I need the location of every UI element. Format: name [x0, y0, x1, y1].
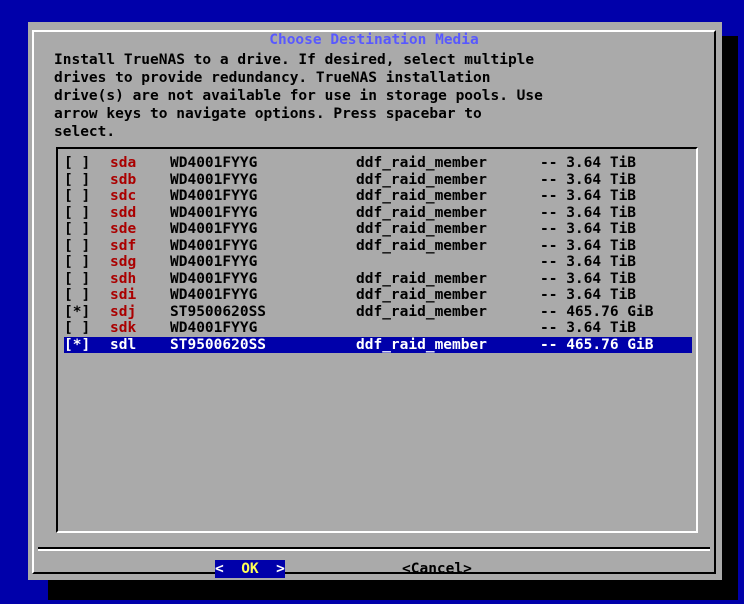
drive-row[interactable]: [ ] sdf WD4001FYYG ddf_raid_member -- 3.64 T…	[64, 238, 692, 255]
drive-size: -- 3.64 TiB	[540, 188, 637, 204]
drive-filesystem: ddf_raid_member	[356, 270, 487, 287]
drive-row[interactable]: [ ] sdd WD4001FYYG ddf_raid_member -- 3.64 T…	[64, 205, 692, 222]
drive-filesystem: ddf_raid_member	[356, 287, 487, 303]
drive-filesystem: ddf_raid_member	[356, 171, 487, 188]
drive-row[interactable]: [ ] sdh WD4001FYYG ddf_raid_member -- 3.64 T…	[64, 271, 692, 288]
drive-size: -- 3.64 TiB	[540, 155, 637, 171]
drive-model: WD4001FYYG	[170, 237, 258, 254]
drive-device: sdf	[110, 237, 137, 254]
drive-size: -- 3.64 TiB	[540, 287, 637, 303]
drive-checkbox[interactable]: [ ]	[64, 155, 90, 172]
ok-label: OK	[241, 561, 259, 577]
drive-size: -- 3.64 TiB	[540, 237, 637, 254]
dialog-frame: Choose Destination Media Install TrueNAS…	[32, 30, 716, 578]
drive-device: sdi	[110, 287, 137, 303]
drive-size: -- 3.64 TiB	[540, 270, 637, 287]
drive-model: WD4001FYYG	[170, 254, 258, 270]
dialog-title-wrap: Choose Destination Media	[34, 31, 714, 49]
drive-row[interactable]: [*] sdl ST9500620SS ddf_raid_member -- 465.7…	[64, 336, 692, 354]
drive-model: WD4001FYYG	[170, 204, 258, 221]
drive-row[interactable]: [ ] sdi WD4001FYYG ddf_raid_member -- 3.64 T…	[64, 287, 692, 304]
drive-row[interactable]: [ ] sdk WD4001FYYG -- 3.64 TiB	[64, 320, 692, 337]
drive-checkbox[interactable]: [ ]	[64, 238, 90, 255]
dialog-description: Install TrueNAS to a drive. If desired, …	[54, 52, 543, 140]
drive-filesystem: ddf_raid_member	[356, 188, 487, 204]
drive-row[interactable]: [ ] sdg WD4001FYYG -- 3.64 TiB	[64, 254, 692, 271]
drive-checkbox[interactable]: [ ]	[64, 172, 90, 189]
drive-row[interactable]: [ ] sdb WD4001FYYG ddf_raid_member -- 3.64 T…	[64, 172, 692, 189]
drive-checkbox[interactable]: [ ]	[64, 271, 90, 288]
drive-filesystem: ddf_raid_member	[356, 336, 487, 353]
drive-size: -- 465.76 GiB	[540, 336, 654, 353]
drive-row[interactable]: [ ] sda WD4001FYYG ddf_raid_member -- 3.64 T…	[64, 155, 692, 172]
drive-row[interactable]: [ ] sde WD4001FYYG ddf_raid_member -- 3.64 T…	[64, 221, 692, 238]
drive-size: -- 3.64 TiB	[540, 204, 637, 221]
drive-row[interactable]: [*] sdj ST9500620SS ddf_raid_member -- 465.7…	[64, 304, 692, 321]
drive-list-rows: [ ] sda WD4001FYYG ddf_raid_member -- 3.64 T…	[64, 155, 692, 353]
ok-right-bracket: >	[276, 561, 285, 577]
drive-filesystem: ddf_raid_member	[356, 204, 487, 221]
drive-row[interactable]: [ ] sdc WD4001FYYG ddf_raid_member -- 3.64 T…	[64, 188, 692, 205]
drive-model: WD4001FYYG	[170, 270, 258, 287]
drive-device: sdj	[110, 303, 137, 320]
dialog-title: Choose Destination Media	[267, 32, 481, 48]
drive-model: WD4001FYYG	[170, 188, 258, 204]
drive-size: -- 3.64 TiB	[540, 254, 637, 270]
drive-model: WD4001FYYG	[170, 221, 258, 237]
drive-filesystem: ddf_raid_member	[356, 221, 487, 237]
drive-device: sdk	[110, 320, 137, 336]
drive-checkbox[interactable]: [ ]	[64, 254, 90, 271]
drive-size: -- 3.64 TiB	[540, 221, 637, 237]
ok-left-bracket: <	[215, 561, 224, 577]
drive-size: -- 3.64 TiB	[540, 320, 637, 336]
drive-checkbox[interactable]: [*]	[64, 304, 90, 321]
cancel-button[interactable]: <Cancel>	[402, 560, 472, 578]
drive-model: WD4001FYYG	[170, 320, 258, 336]
ok-button[interactable]: < OK >	[215, 560, 285, 578]
drive-checkbox[interactable]: [ ]	[64, 320, 90, 337]
drive-model: WD4001FYYG	[170, 171, 258, 188]
drive-checkbox[interactable]: [ ]	[64, 221, 90, 238]
drive-model: ST9500620SS	[170, 303, 267, 320]
drive-checkbox[interactable]: [ ]	[64, 205, 90, 222]
destination-media-dialog: Choose Destination Media Install TrueNAS…	[28, 22, 722, 580]
drive-device: sdd	[110, 204, 137, 221]
drive-device: sdc	[110, 188, 137, 204]
drive-filesystem: ddf_raid_member	[356, 237, 487, 254]
drive-model: WD4001FYYG	[170, 155, 258, 171]
drive-filesystem: ddf_raid_member	[356, 303, 487, 320]
drive-checkbox[interactable]: [*]	[64, 337, 90, 354]
drive-device: sda	[110, 155, 137, 171]
drive-device: sdh	[110, 270, 137, 287]
drive-filesystem: ddf_raid_member	[356, 155, 487, 171]
drive-list[interactable]: [ ] sda WD4001FYYG ddf_raid_member -- 3.64 T…	[56, 147, 698, 533]
drive-checkbox[interactable]: [ ]	[64, 188, 90, 205]
drive-device: sdb	[110, 171, 137, 188]
drive-size: -- 465.76 GiB	[540, 303, 654, 320]
drive-size: -- 3.64 TiB	[540, 171, 637, 188]
drive-device: sdg	[110, 254, 137, 270]
drive-checkbox[interactable]: [ ]	[64, 287, 90, 304]
drive-device: sde	[110, 221, 137, 237]
drive-model: ST9500620SS	[170, 336, 267, 353]
button-separator	[38, 547, 710, 551]
drive-model: WD4001FYYG	[170, 287, 258, 303]
drive-device: sdl	[110, 336, 137, 353]
